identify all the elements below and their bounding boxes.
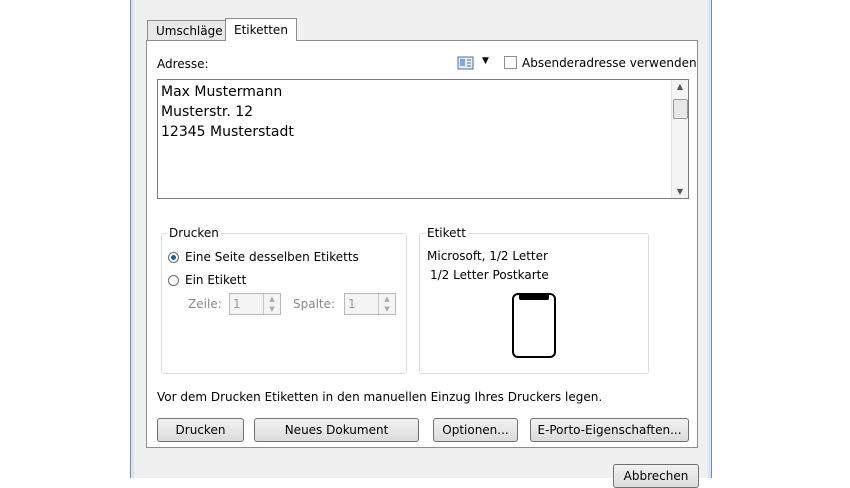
label-product: 1/2 Letter Postkarte xyxy=(430,268,549,282)
radio-full-page[interactable] xyxy=(168,252,179,263)
address-line: 12345 Musterstadt xyxy=(161,124,294,140)
column-label: Spalte: xyxy=(293,297,336,311)
address-scrollbar[interactable]: ▲ ▼ xyxy=(671,80,688,198)
stepper-up-icon[interactable]: ▲ xyxy=(379,294,395,304)
scroll-thumb[interactable] xyxy=(673,99,688,119)
address-line: Musterstr. 12 xyxy=(161,104,254,120)
tab-label: Umschläge xyxy=(156,24,223,38)
stepper-up-icon[interactable]: ▲ xyxy=(264,294,280,304)
radio-single-label[interactable] xyxy=(168,275,179,286)
cancel-button[interactable]: Abbrechen xyxy=(613,464,699,488)
label-vendor: Microsoft, 1/2 Letter xyxy=(427,249,548,263)
column-value: 1 xyxy=(348,297,356,311)
row-stepper[interactable]: 1 ▲ ▼ xyxy=(229,293,281,315)
stepper-down-icon[interactable]: ▼ xyxy=(264,304,280,314)
label-preview xyxy=(512,293,556,358)
label-group-title: Etikett xyxy=(425,226,468,240)
options-button[interactable]: Optionen... xyxy=(433,418,518,442)
address-textarea[interactable]: Max Mustermann Musterstr. 12 12345 Muste… xyxy=(157,79,689,199)
row-label: Zeile: xyxy=(188,297,222,311)
scroll-down-icon[interactable]: ▼ xyxy=(672,187,688,196)
address-label: Adresse: xyxy=(157,57,209,71)
stepper-down-icon[interactable]: ▼ xyxy=(379,304,395,314)
new-document-button[interactable]: Neues Dokument xyxy=(254,418,419,442)
dropdown-arrow-icon[interactable]: ▼ xyxy=(482,56,489,66)
column-stepper[interactable]: 1 ▲ ▼ xyxy=(344,293,396,315)
hint-text: Vor dem Drucken Etiketten in den manuell… xyxy=(157,390,603,404)
print-group-title: Drucken xyxy=(167,226,221,240)
address-book-icon[interactable] xyxy=(457,56,475,70)
eporto-button[interactable]: E-Porto-Eigenschaften... xyxy=(530,418,689,442)
use-sender-checkbox[interactable] xyxy=(504,56,517,69)
radio-full-page-label: Eine Seite desselben Etiketts xyxy=(185,250,359,264)
print-button[interactable]: Drucken xyxy=(157,418,244,442)
address-line: Max Mustermann xyxy=(161,84,283,100)
tab-umschlaege[interactable]: Umschläge xyxy=(147,20,232,40)
radio-single-label-text: Ein Etikett xyxy=(185,273,247,287)
tab-label: Etiketten xyxy=(234,23,288,37)
row-value: 1 xyxy=(233,297,241,311)
use-sender-label: Absenderadresse verwenden xyxy=(522,56,697,70)
scroll-up-icon[interactable]: ▲ xyxy=(672,82,688,91)
tab-etiketten[interactable]: Etiketten xyxy=(225,18,297,41)
